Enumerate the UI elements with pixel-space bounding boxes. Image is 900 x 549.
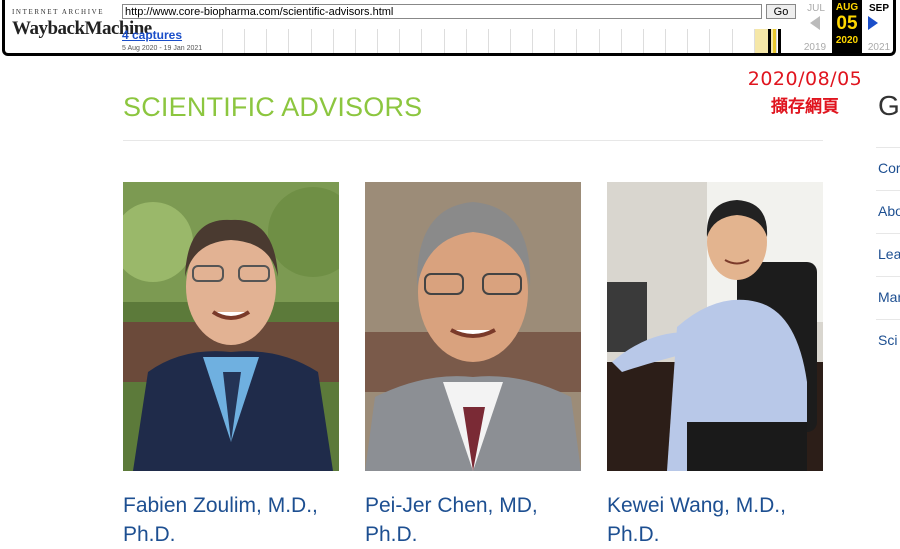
page-title: SCIENTIFIC ADVISORS bbox=[123, 92, 423, 122]
sparkline-month-cell[interactable] bbox=[354, 29, 377, 53]
sparkline-month-cell[interactable] bbox=[288, 29, 310, 53]
sparkline-month-cell[interactable] bbox=[598, 29, 621, 53]
sparkline-month-cell[interactable] bbox=[709, 29, 731, 53]
sparkline-month-cell[interactable] bbox=[244, 29, 266, 53]
next-capture-arrow-icon[interactable] bbox=[868, 16, 878, 30]
sidebar-item-management[interactable]: Mar bbox=[878, 289, 900, 305]
current-capture-date: AUG 05 2020 bbox=[832, 0, 862, 56]
sparkline-month-cell[interactable] bbox=[665, 29, 687, 53]
sparkline-month-cell[interactable] bbox=[510, 29, 532, 53]
logo-internet-archive: INTERNET ARCHIVE bbox=[12, 8, 105, 16]
sparkline-month-cell[interactable] bbox=[554, 29, 576, 53]
prev-month-label[interactable]: JUL bbox=[802, 3, 830, 14]
advisor-name[interactable]: Kewei Wang, M.D., Ph.D. bbox=[607, 491, 823, 549]
url-input[interactable] bbox=[122, 4, 762, 19]
sparkline-month-cell[interactable] bbox=[687, 29, 709, 53]
advisor-card: Fabien Zoulim, M.D., Ph.D. bbox=[123, 182, 339, 549]
next-year-label[interactable]: 2021 bbox=[864, 42, 894, 53]
advisor-photo bbox=[123, 182, 339, 471]
next-month-label[interactable]: SEP bbox=[864, 3, 894, 14]
archive-caption: 擷存網頁 bbox=[771, 97, 839, 117]
sidebar-item-leadership[interactable]: Lea bbox=[878, 246, 900, 262]
capture-bar[interactable] bbox=[778, 29, 781, 53]
sparkline-month-cell[interactable] bbox=[222, 29, 244, 53]
capture-sparkline[interactable] bbox=[222, 29, 798, 53]
nav-divider bbox=[876, 233, 900, 234]
advisor-card: Kewei Wang, M.D., Ph.D. bbox=[607, 182, 823, 549]
sparkline-month-cell[interactable] bbox=[266, 29, 288, 53]
sidebar-item-company[interactable]: Cor bbox=[878, 160, 900, 176]
advisor-name[interactable]: Pei-Jer Chen, MD, Ph.D. bbox=[365, 491, 581, 549]
prev-capture-arrow-icon[interactable] bbox=[810, 16, 820, 30]
sparkline-month-cell[interactable] bbox=[310, 29, 333, 53]
capture-range: 5 Aug 2020 - 19 Jan 2021 bbox=[122, 45, 203, 52]
sparkline-month-cell[interactable] bbox=[377, 29, 399, 53]
wayback-logo[interactable]: INTERNET ARCHIVE WaybackMachine bbox=[12, 8, 152, 48]
nav-divider bbox=[876, 147, 900, 148]
advisor-photo bbox=[607, 182, 823, 471]
title-divider bbox=[123, 140, 823, 141]
sparkline-month-cell[interactable] bbox=[576, 29, 598, 53]
sparkline-month-cell[interactable] bbox=[642, 29, 665, 53]
advisor-name[interactable]: Fabien Zoulim, M.D., Ph.D. bbox=[123, 491, 339, 549]
captures-link[interactable]: 4 captures bbox=[122, 28, 182, 42]
archive-date: 2020/08/05 bbox=[747, 68, 863, 90]
archive-stamp: 2020/08/05 擷存網頁 bbox=[740, 68, 870, 117]
sparkline-month-cell[interactable] bbox=[465, 29, 488, 53]
sidebar-item-about[interactable]: Abo bbox=[878, 203, 900, 219]
logo-wayback-machine: WaybackMachine bbox=[12, 18, 152, 39]
advisor-card: Pei-Jer Chen, MD, Ph.D. bbox=[365, 182, 581, 549]
prev-year-label[interactable]: 2019 bbox=[800, 42, 830, 53]
nav-divider bbox=[876, 276, 900, 277]
sidebar-item-scientific[interactable]: Sci bbox=[878, 332, 897, 348]
sidebar-heading: G bbox=[878, 90, 900, 121]
sparkline-month-cell[interactable] bbox=[532, 29, 554, 53]
sparkline-month-cell[interactable] bbox=[421, 29, 443, 53]
current-year: 2020 bbox=[835, 35, 859, 46]
wayback-toolbar: INTERNET ARCHIVE WaybackMachine Go 4 cap… bbox=[0, 0, 900, 60]
sparkline-month-cell[interactable] bbox=[731, 29, 754, 53]
sparkline-month-cell[interactable] bbox=[620, 29, 643, 53]
go-button[interactable]: Go bbox=[766, 4, 796, 19]
sparkline-month-cell[interactable] bbox=[399, 29, 421, 53]
sparkline-month-cell[interactable] bbox=[487, 29, 510, 53]
capture-bar[interactable] bbox=[773, 29, 776, 53]
sparkline-month-cell[interactable] bbox=[443, 29, 466, 53]
current-month: AUG bbox=[835, 2, 859, 13]
nav-divider bbox=[876, 190, 900, 191]
capture-bar[interactable] bbox=[768, 29, 771, 53]
sparkline-month-cell[interactable] bbox=[332, 29, 355, 53]
advisor-photo bbox=[365, 182, 581, 471]
current-day: 05 bbox=[836, 13, 858, 34]
nav-divider bbox=[876, 319, 900, 320]
